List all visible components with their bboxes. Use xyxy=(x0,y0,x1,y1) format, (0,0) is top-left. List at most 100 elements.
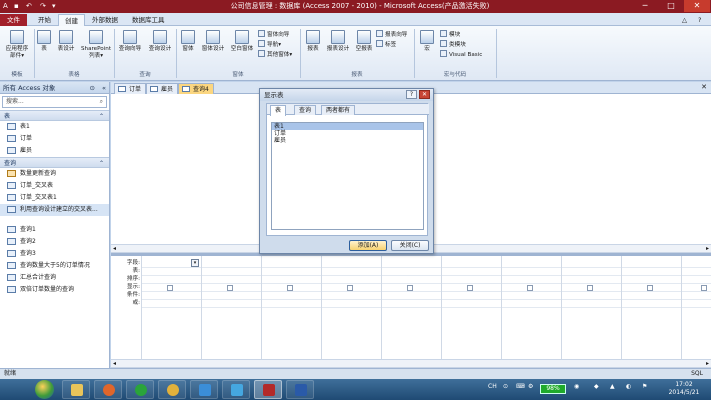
form-design-button[interactable]: 窗体设计 xyxy=(199,30,227,53)
nav-item-table[interactable]: 表1 xyxy=(0,121,109,133)
dialog-tab-queries[interactable]: 查询 xyxy=(294,105,317,115)
blank-form-button[interactable]: 空白窗体 xyxy=(228,30,256,53)
tray-volume-icon[interactable]: ◐ xyxy=(626,383,631,390)
nav-item-query[interactable]: 双倍订单数量的查询 xyxy=(0,284,109,296)
show-checkbox[interactable] xyxy=(467,285,473,291)
doc-tab-employees[interactable]: 雇员 xyxy=(146,83,179,94)
show-checkbox[interactable] xyxy=(227,285,233,291)
table-button[interactable]: 表 xyxy=(36,30,52,53)
settings-icon[interactable]: ⚙ xyxy=(528,383,533,390)
query-design-grid[interactable]: 字段: 表: 排序: 显示: 条件: 或: ▾ xyxy=(111,256,711,359)
ime-icon[interactable]: ⊙ xyxy=(503,383,508,390)
tray-shield-icon[interactable]: ◆ xyxy=(594,383,599,390)
field-dropdown-icon[interactable]: ▾ xyxy=(191,259,199,267)
navigation-pane-header[interactable]: 所有 Access 对象 ⊙ « xyxy=(0,82,109,94)
visual-basic-button[interactable]: Visual Basic xyxy=(440,50,482,59)
tab-home[interactable]: 开始 xyxy=(32,14,57,26)
tray-app-icon[interactable]: ◉ xyxy=(574,383,579,390)
dialog-close-icon[interactable]: ✕ xyxy=(419,90,430,99)
dialog-tab-both[interactable]: 两者都有 xyxy=(321,105,356,115)
nav-item-query[interactable]: 订单_交叉表 xyxy=(0,180,109,192)
dialog-close-button[interactable]: 关闭(C) xyxy=(391,240,429,251)
navigation-button[interactable]: 导航▾ xyxy=(258,40,281,49)
query-design-button[interactable]: 查询设计 xyxy=(146,30,174,53)
table-list[interactable]: 表1 订单 雇员 xyxy=(271,122,424,230)
battery-indicator[interactable]: 98% xyxy=(540,384,566,394)
application-parts-button[interactable]: 应用程序 部件▾ xyxy=(2,30,32,60)
nav-item-query[interactable]: 数量更新查询 xyxy=(0,168,109,180)
taskbar-word[interactable] xyxy=(286,380,314,399)
taskbar-access[interactable] xyxy=(254,380,282,399)
quick-access-dropdown-icon[interactable]: ▾ xyxy=(52,1,56,12)
ribbon-minimize-icon[interactable]: △ xyxy=(676,14,693,26)
save-icon[interactable]: ▪ xyxy=(14,1,19,12)
doc-tab-query4[interactable]: 查询4 xyxy=(178,83,214,94)
taskbar-chrome[interactable] xyxy=(158,380,186,399)
show-checkbox[interactable] xyxy=(587,285,593,291)
scroll-left-icon[interactable]: ◂ xyxy=(113,245,116,252)
sharepoint-lists-button[interactable]: SharePoint 列表▾ xyxy=(79,30,113,60)
add-button[interactable]: 添加(A) xyxy=(349,240,387,251)
start-button[interactable] xyxy=(35,380,54,399)
tab-file[interactable]: 文件 xyxy=(0,14,27,26)
taskbar-media-player[interactable] xyxy=(94,380,122,399)
dialog-tab-tables[interactable]: 表 xyxy=(270,105,287,116)
class-module-button[interactable]: 类模块 xyxy=(440,40,466,49)
report-wizard-button[interactable]: 报表向导 xyxy=(376,30,407,39)
maximize-button[interactable]: □ xyxy=(658,0,684,12)
tray-network-icon[interactable]: ▲ xyxy=(610,383,615,390)
doc-tab-orders[interactable]: 订单 xyxy=(114,83,147,94)
blank-report-button[interactable]: 空报表 xyxy=(353,30,375,53)
redo-icon[interactable]: ↷ xyxy=(40,1,46,12)
show-checkbox[interactable] xyxy=(287,285,293,291)
nav-item-table[interactable]: 雇员 xyxy=(0,145,109,157)
show-checkbox[interactable] xyxy=(347,285,353,291)
report-button[interactable]: 报表 xyxy=(303,30,323,53)
nav-item-query[interactable]: 订单_交叉表1 xyxy=(0,192,109,204)
nav-item-query[interactable]: 汇总合计查询 xyxy=(0,272,109,284)
nav-item-query[interactable]: 查询2 xyxy=(0,236,109,248)
list-item[interactable]: 订单 xyxy=(272,130,423,137)
nav-section-tables[interactable]: 表 ⌃ xyxy=(0,110,109,121)
report-design-button[interactable]: 报表设计 xyxy=(324,30,352,53)
help-icon[interactable]: ? xyxy=(692,14,707,26)
dialog-title-bar[interactable]: 显示表 ? ✕ xyxy=(260,89,433,101)
language-indicator[interactable]: CH xyxy=(488,383,497,390)
dialog-help-icon[interactable]: ? xyxy=(406,90,417,99)
taskbar-qq-app[interactable] xyxy=(222,380,250,399)
grid-scrollbar[interactable]: ◂ ▸ xyxy=(111,359,711,368)
query-wizard-button[interactable]: 查询向导 xyxy=(116,30,144,53)
list-item[interactable]: 雇员 xyxy=(272,137,423,144)
module-button[interactable]: 模块 xyxy=(440,30,460,39)
nav-item-query[interactable]: 查询数量大于5的订单情况 xyxy=(0,260,109,272)
minimize-button[interactable]: ─ xyxy=(632,0,658,12)
nav-item-table[interactable]: 订单 xyxy=(0,133,109,145)
more-forms-button[interactable]: 其他窗体▾ xyxy=(258,50,292,59)
scroll-left-icon[interactable]: ◂ xyxy=(113,360,116,367)
show-checkbox[interactable] xyxy=(527,285,533,291)
taskbar-explorer[interactable] xyxy=(62,380,90,399)
list-item[interactable]: 表1 xyxy=(272,123,423,130)
nav-item-query[interactable]: 查询1 xyxy=(0,224,109,236)
tray-flag-icon[interactable]: ⚑ xyxy=(642,383,647,390)
nav-item-query[interactable]: 利用查询设计建立的交叉表... xyxy=(0,204,109,216)
keyboard-icon[interactable]: ⌨ xyxy=(516,383,525,390)
scroll-right-icon[interactable]: ▸ xyxy=(706,360,709,367)
form-wizard-button[interactable]: 窗体向导 xyxy=(258,30,289,39)
form-button[interactable]: 窗体 xyxy=(178,30,198,53)
undo-icon[interactable]: ↶ xyxy=(26,1,32,12)
scroll-right-icon[interactable]: ▸ xyxy=(706,245,709,252)
navigation-search-input[interactable]: 搜索... ⌕ xyxy=(2,96,107,108)
collapse-pane-icon[interactable]: « xyxy=(102,82,106,94)
tab-database-tools[interactable]: 数据库工具 xyxy=(126,14,171,26)
tab-create[interactable]: 创建 xyxy=(58,14,85,26)
nav-section-queries[interactable]: 查询 ⌃ xyxy=(0,157,109,168)
taskbar-ie[interactable] xyxy=(126,380,154,399)
sql-view-button[interactable]: SQL xyxy=(691,369,703,379)
close-button[interactable]: ✕ xyxy=(684,0,710,12)
clock[interactable]: 17:02 2014/5/21 xyxy=(662,381,706,397)
labels-button[interactable]: 标签 xyxy=(376,40,396,49)
nav-item-query[interactable]: 查询3 xyxy=(0,248,109,260)
taskbar-bird-app[interactable] xyxy=(190,380,218,399)
macro-button[interactable]: 宏 xyxy=(418,30,436,53)
